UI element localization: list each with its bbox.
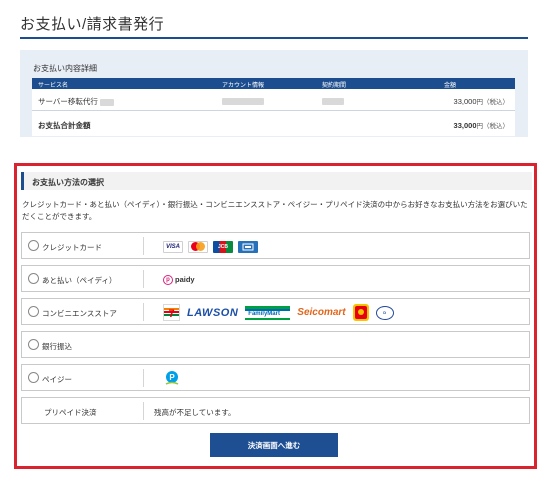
- amex-logo: [238, 240, 258, 253]
- convenience-store-logos: 7 LAWSON FamilyMart Seicomart D: [163, 304, 394, 321]
- column-header-service: サービス名: [38, 83, 69, 89]
- mastercard-logo: [188, 240, 208, 253]
- payeasy-logo: P: [163, 370, 181, 387]
- familymart-logo: FamilyMart: [245, 305, 291, 320]
- option-divider: [143, 237, 144, 255]
- radio-button[interactable]: [28, 372, 39, 383]
- paidy-logo: p paidy: [163, 271, 195, 288]
- svg-text:P: P: [169, 373, 175, 382]
- daily-yamazaki-logo: D: [375, 305, 394, 320]
- total-label: お支払合計金額: [38, 121, 91, 130]
- total-amount: 33,000円（税込）: [453, 121, 509, 130]
- payment-method-description: クレジットカード・あと払い（ペイディ）・銀行振込・コンビニエンスストア・ペイジー…: [22, 200, 528, 221]
- redacted-text: [322, 97, 344, 105]
- payment-option-prepaid: プリペイド決済 残高が不足しています。: [21, 397, 530, 424]
- column-header-amount: 金額: [444, 83, 457, 89]
- payment-option-payeasy[interactable]: ペイジー P: [21, 364, 530, 391]
- total-row: お支払合計金額 33,000円（税込）: [32, 111, 515, 136]
- radio-button[interactable]: [28, 273, 39, 284]
- payment-details-table: サービス名 アカウント情報 契約期間 金額 サーバー移転代行 33,000円（税…: [32, 78, 515, 136]
- payment-option-label: クレジットカード: [42, 243, 102, 252]
- paidy-wordmark: paidy: [175, 275, 195, 284]
- payment-option-label: プリペイド決済: [44, 408, 97, 417]
- payment-option-paidy[interactable]: あと払い（ペイディ） p paidy: [21, 265, 530, 292]
- payment-option-convenience-store[interactable]: コンビニエンスストア 7 LAWSON FamilyMart Seicomart…: [21, 298, 530, 325]
- table-header: サービス名 アカウント情報 契約期間 金額: [32, 78, 515, 89]
- insufficient-balance-message: 残高が不足しています。: [154, 408, 236, 417]
- radio-button[interactable]: [28, 306, 39, 317]
- option-divider: [143, 270, 144, 288]
- redacted-text: [222, 97, 264, 105]
- proceed-to-payment-button[interactable]: 決済画面へ進む: [210, 433, 338, 457]
- payment-details-heading: お支払い内容詳細: [33, 64, 97, 73]
- payment-details-panel: お支払い内容詳細 サービス名 アカウント情報 契約期間 金額 サーバー移転代行 …: [20, 50, 528, 137]
- title-divider: [20, 37, 528, 39]
- redacted-text: [100, 98, 115, 106]
- jcb-logo: JCB: [213, 240, 233, 253]
- payment-option-credit-card[interactable]: クレジットカード VISA JCB: [21, 232, 530, 259]
- option-divider: [143, 369, 144, 387]
- payment-option-label: コンビニエンスストア: [42, 309, 117, 318]
- table-row: サーバー移転代行 33,000円（税込）: [32, 89, 515, 111]
- payment-method-heading: お支払い方法の選択: [32, 178, 104, 187]
- seven-eleven-logo: 7: [163, 304, 180, 321]
- row-amount: 33,000円（税込）: [453, 97, 509, 106]
- paidy-mark-icon: p: [163, 274, 173, 285]
- service-name: サーバー移転代行: [38, 96, 115, 107]
- option-divider: [143, 303, 144, 321]
- account-info: [222, 96, 264, 105]
- seicomart-logo: Seicomart: [297, 307, 346, 318]
- radio-button[interactable]: [28, 339, 39, 350]
- page-title: お支払い/請求書発行: [20, 16, 165, 33]
- option-divider: [143, 402, 144, 420]
- payment-option-label: ペイジー: [42, 375, 72, 384]
- column-header-account: アカウント情報: [222, 83, 265, 89]
- payeasy-mark-icon: P: [165, 371, 179, 385]
- payment-method-section: お支払い方法の選択 クレジットカード・あと払い（ペイディ）・銀行振込・コンビニエ…: [14, 163, 537, 469]
- contract-period: [322, 96, 344, 105]
- payment-option-bank-transfer[interactable]: 銀行振込: [21, 331, 530, 358]
- lawson-logo: LAWSON: [187, 306, 239, 319]
- radio-button[interactable]: [28, 240, 39, 251]
- payment-option-label: あと払い（ペイディ）: [42, 276, 117, 285]
- column-header-period: 契約期間: [322, 83, 347, 89]
- payment-method-heading-box: お支払い方法の選択: [21, 172, 532, 190]
- payment-option-label: 銀行振込: [42, 342, 72, 351]
- visa-logo: VISA: [163, 240, 183, 253]
- svg-text:7: 7: [168, 308, 174, 320]
- card-brand-logos: VISA JCB: [163, 238, 258, 255]
- ministop-logo: [352, 304, 369, 321]
